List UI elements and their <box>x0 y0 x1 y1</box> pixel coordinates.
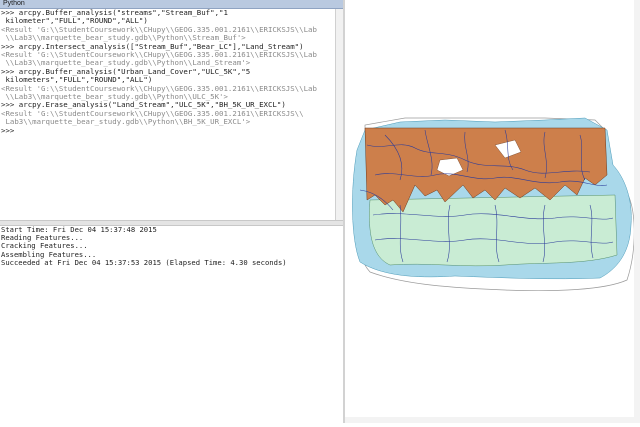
tool-messages-pane: Start Time: Fri Dec 04 15:37:48 2015 Read… <box>0 225 343 423</box>
map-horizontal-scrollbar[interactable] <box>345 417 640 423</box>
tool-message-line: Succeeded at Fri Dec 04 15:37:53 2015 (E… <box>1 257 287 267</box>
map-vertical-scrollbar[interactable] <box>634 0 640 423</box>
console-command-line: >>> <box>1 125 15 135</box>
land-cover-green <box>369 194 618 267</box>
map-canvas[interactable] <box>345 0 640 423</box>
python-window-title: Python <box>3 0 25 7</box>
python-console[interactable]: >>> arcpy.Buffer_analysis("streams","Str… <box>0 9 334 220</box>
console-result-line: Lab3\\marquette_bear_study.gdb\\Python\\… <box>1 117 251 127</box>
python-window-titlebar: Python <box>0 0 343 9</box>
map-view[interactable] <box>345 0 640 423</box>
